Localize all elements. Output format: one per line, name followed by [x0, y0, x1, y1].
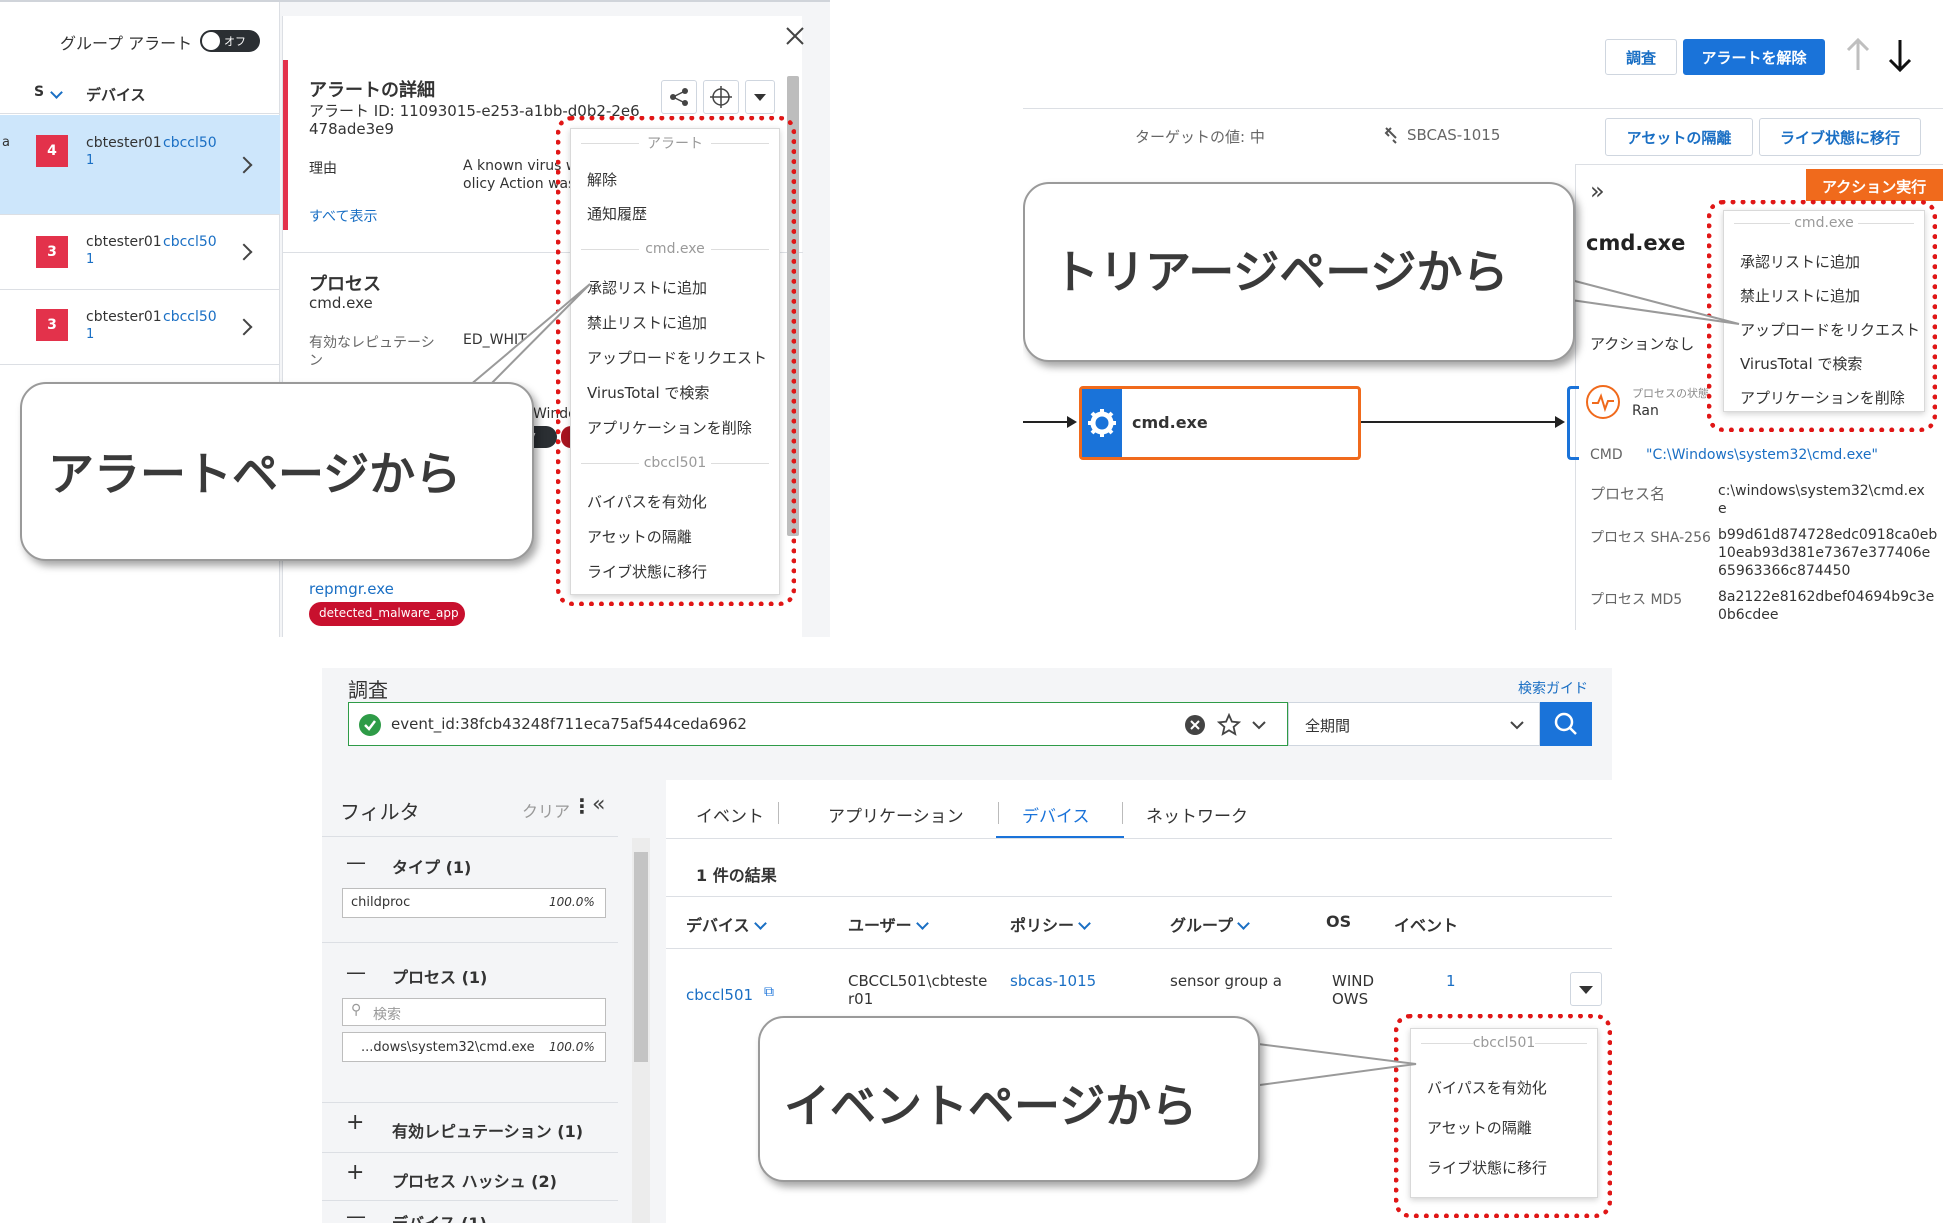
callout-text: アラートページから — [48, 447, 462, 501]
event-page-panel: 調査 検索ガイド event_id:38fcb43248f711eca75af5… — [322, 668, 1612, 1223]
triage-page-callout: トリアージページから — [1023, 182, 1575, 362]
callout-text: トリアージページから — [1053, 245, 1509, 299]
event-page-callout: イベントページから — [758, 1016, 1260, 1182]
alert-page-panel: グループ アラート オフ S デバイス a 4 cbtester01 cbccl… — [0, 0, 830, 637]
triage-page-panel: 調査 アラートを解除 ターゲットの値: 中 SBCAS-1015 アセットの隔離… — [1023, 0, 1943, 630]
callout-text: イベントページから — [784, 1079, 1198, 1133]
alert-page-callout: アラートページから — [20, 382, 534, 561]
